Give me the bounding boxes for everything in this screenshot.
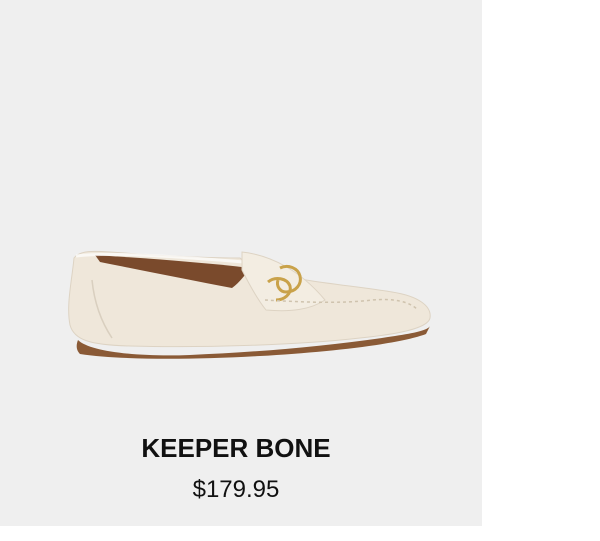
- product-image[interactable]: [0, 0, 482, 420]
- product-name[interactable]: KEEPER BONE: [0, 433, 472, 464]
- product-price: $179.95: [192, 476, 280, 503]
- loafer-shoe-image: [68, 250, 431, 359]
- product-card[interactable]: KEEPER BONE $179.95: [0, 0, 482, 526]
